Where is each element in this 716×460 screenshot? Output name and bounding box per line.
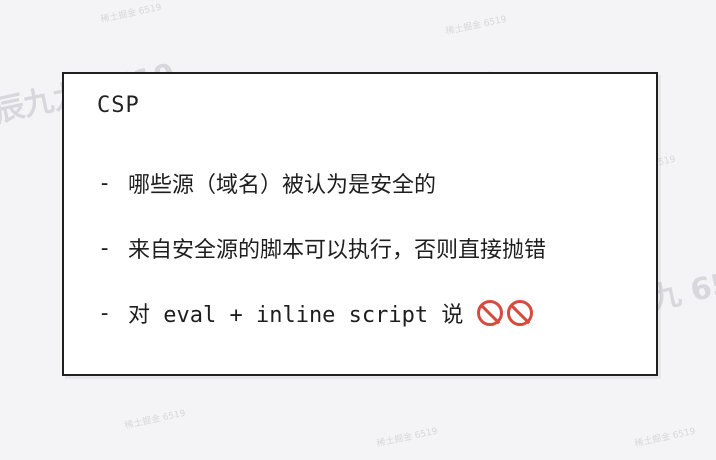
bullet-dash: -	[98, 235, 112, 261]
bullet-eval-inline: - 对 eval + inline script 说	[98, 296, 534, 330]
bullet-text: 对 eval + inline script 说	[128, 303, 464, 328]
bullet-script-execution: - 来自安全源的脚本可以执行，否则直接抛错	[98, 231, 546, 265]
watermark-small: 稀土掘金 6519	[444, 14, 508, 38]
prohibited-icon	[477, 300, 504, 326]
bullet-dash: -	[98, 170, 112, 196]
slide-title: CSP	[97, 93, 140, 118]
bullet-text: 来自安全源的脚本可以执行，否则直接抛错	[128, 238, 547, 263]
slide-card: CSP - 哪些源（域名）被认为是安全的 - 来自安全源的脚本可以执行，否则直接…	[62, 72, 658, 376]
bullet-text: 哪些源（域名）被认为是安全的	[128, 173, 437, 198]
watermark-small: 稀土掘金 6519	[375, 426, 439, 450]
watermark-small: 稀土掘金 6519	[123, 408, 187, 432]
watermark-small: 稀土掘金 6519	[633, 426, 697, 450]
watermark-small: 稀土掘金 6519	[99, 2, 163, 26]
prohibited-emojis	[473, 300, 534, 326]
bullet-dash: -	[98, 300, 112, 326]
prohibited-icon	[507, 300, 534, 326]
bullet-safe-sources: - 哪些源（域名）被认为是安全的	[98, 166, 436, 200]
